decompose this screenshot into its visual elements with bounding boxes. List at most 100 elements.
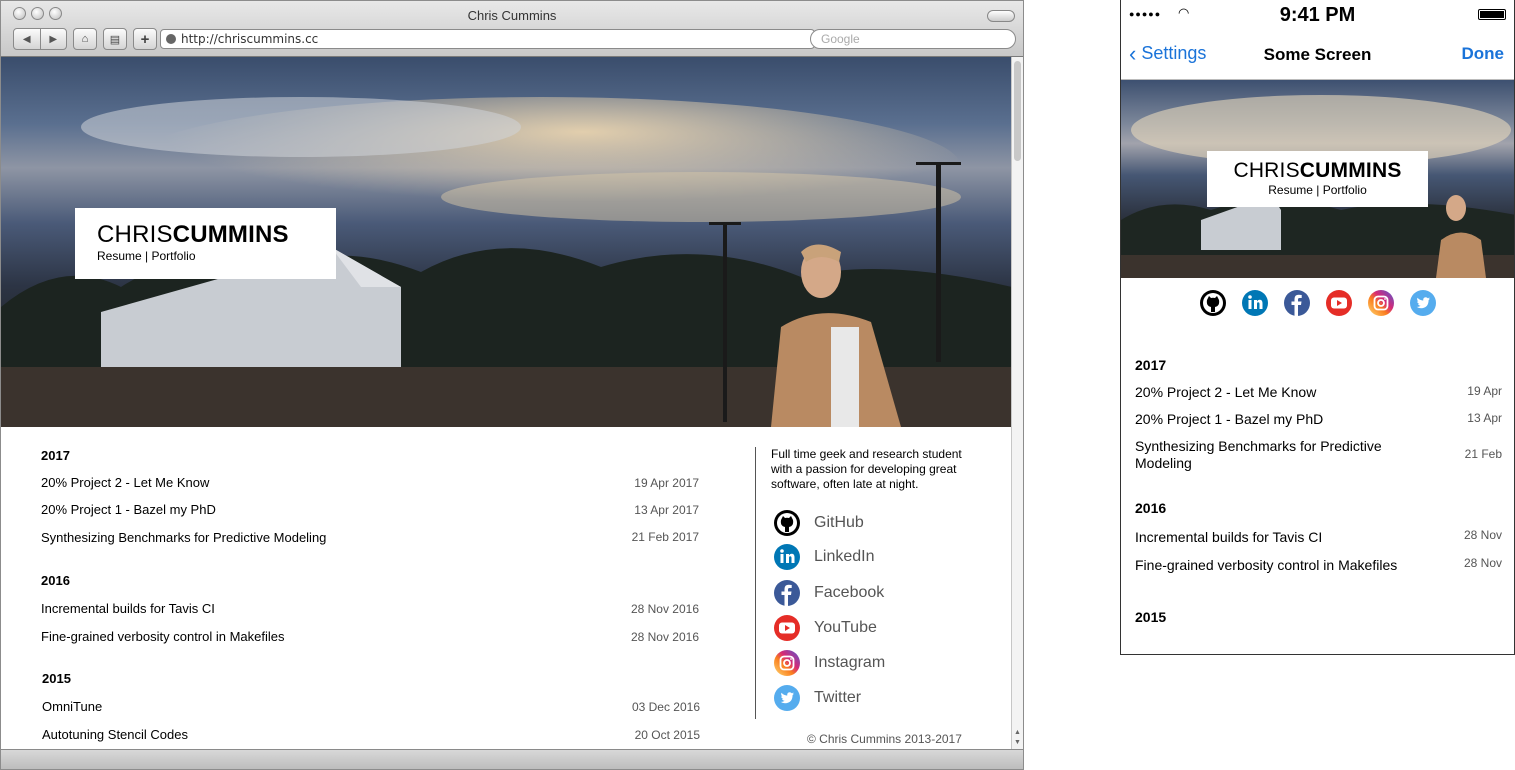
twitter-icon[interactable] <box>1409 289 1437 317</box>
post-date: 20 Oct 2015 <box>634 728 700 742</box>
social-label: YouTube <box>814 619 877 636</box>
globe-icon <box>166 34 176 44</box>
post-link[interactable]: Synthesizing Benchmarks for Predictive M… <box>1135 438 1415 472</box>
url-text: http://chriscummins.cc <box>181 32 319 46</box>
social-label: LinkedIn <box>814 548 875 565</box>
year-heading: 2016 <box>41 573 70 588</box>
post-date: 21 Feb <box>1464 447 1502 461</box>
search-field[interactable]: Google <box>810 29 1016 49</box>
facebook-icon[interactable] <box>1283 289 1311 317</box>
page-content: CHRISCUMMINS Resume | Portfolio 2017 20%… <box>1 57 1012 751</box>
post-link[interactable]: Fine-grained verbosity control in Makefi… <box>1135 557 1415 574</box>
youtube-icon[interactable] <box>1325 289 1353 317</box>
year-heading: 2017 <box>1135 357 1167 373</box>
post-date: 21 Feb 2017 <box>631 530 699 544</box>
post-date: 28 Nov 2016 <box>630 602 699 616</box>
year-heading: 2016 <box>1135 500 1167 516</box>
twitter-icon <box>774 685 800 711</box>
browser-window: Chris Cummins ◀ ▶ ⌂ ▤ + http://chriscumm… <box>0 0 1024 770</box>
scrollbar-thumb[interactable] <box>1014 61 1021 161</box>
social-icons <box>1121 289 1514 317</box>
post-link[interactable]: 20% Project 1 - Bazel my PhD <box>41 502 216 517</box>
post-date: 28 Nov <box>1463 528 1502 542</box>
social-label: Instagram <box>814 654 886 671</box>
social-link-youtube[interactable]: YouTube <box>773 614 877 642</box>
forward-button[interactable]: ▶ <box>39 29 67 49</box>
post-link[interactable]: Incremental builds for Tavis CI <box>41 601 215 616</box>
post-date: 13 Apr 2017 <box>634 503 699 517</box>
post-link[interactable]: OmniTune <box>42 699 102 714</box>
site-links[interactable]: Resume | Portfolio <box>1207 183 1428 197</box>
social-link-twitter[interactable]: Twitter <box>773 684 861 712</box>
post-link[interactable]: Autotuning Stencil Codes <box>42 727 188 742</box>
site-title[interactable]: CHRISCUMMINS <box>97 221 336 249</box>
browser-toolbar: ◀ ▶ ⌂ ▤ + http://chriscummins.cc Google <box>13 28 1016 50</box>
linkedin-icon[interactable] <box>1241 289 1269 317</box>
ios-status-bar: ●●●●● ◠ 9:41 PM <box>1121 0 1514 28</box>
social-label: GitHub <box>814 514 864 531</box>
back-button[interactable]: ◀ <box>14 29 40 49</box>
add-bookmark-button[interactable]: + <box>133 28 157 50</box>
social-link-github[interactable]: GitHub <box>773 509 864 537</box>
post-date: 28 Nov 2016 <box>630 630 699 644</box>
search-placeholder: Google <box>821 32 860 46</box>
scroll-down-arrow-icon[interactable]: ▼ <box>1014 739 1021 746</box>
instagram-icon <box>774 650 800 676</box>
post-link[interactable]: Fine-grained verbosity control in Makefi… <box>41 629 285 644</box>
window-title: Chris Cummins <box>467 8 557 23</box>
post-link[interactable]: Incremental builds for Tavis CI <box>1135 529 1415 546</box>
social-label: Twitter <box>814 689 862 706</box>
site-title-last: CUMMINS <box>1299 159 1402 182</box>
bio-text: Full time geek and research student with… <box>771 447 962 491</box>
address-bar[interactable]: http://chriscummins.cc <box>160 29 815 49</box>
social-label: Facebook <box>814 584 885 601</box>
site-title-first: CHRIS <box>1233 159 1300 182</box>
home-icon: ⌂ <box>81 33 89 45</box>
status-time: 9:41 PM <box>1279 4 1356 26</box>
copyright-text: © Chris Cummins 2013-2017 <box>807 732 962 746</box>
navigation-bar: ‹ Settings Some Screen Done <box>1121 28 1514 80</box>
github-icon[interactable] <box>1199 289 1227 317</box>
youtube-icon <box>774 615 800 641</box>
post-link[interactable]: 20% Project 2 - Let Me Know <box>1135 384 1415 401</box>
site-links[interactable]: Resume | Portfolio <box>97 249 336 263</box>
sidebar-divider <box>755 447 756 719</box>
scroll-up-arrow-icon[interactable]: ▲ <box>1014 729 1021 736</box>
hero-image: CHRISCUMMINS Resume | Portfolio <box>1121 80 1514 278</box>
social-link-instagram[interactable]: Instagram <box>773 649 885 677</box>
back-forward-buttons: ◀ ▶ <box>13 28 67 50</box>
post-link[interactable]: Synthesizing Benchmarks for Predictive M… <box>41 530 326 545</box>
year-heading: 2015 <box>42 671 71 686</box>
battery-icon <box>1478 9 1506 20</box>
post-date: 13 Apr <box>1467 411 1502 425</box>
year-heading: 2015 <box>1135 609 1167 625</box>
phone-screen: ●●●●● ◠ 9:41 PM ‹ Settings Some Screen D… <box>1120 0 1515 655</box>
social-link-linkedin[interactable]: LinkedIn <box>773 543 875 571</box>
site-title-last: CUMMINS <box>172 221 289 248</box>
post-link[interactable]: 20% Project 2 - Let Me Know <box>41 475 209 490</box>
plus-icon: + <box>140 30 150 48</box>
site-title-box: CHRISCUMMINS Resume | Portfolio <box>75 208 336 279</box>
site-title-first: CHRIS <box>97 221 173 248</box>
browser-chrome: Chris Cummins ◀ ▶ ⌂ ▤ + http://chriscumm… <box>1 1 1023 57</box>
site-title[interactable]: CHRISCUMMINS <box>1207 159 1428 183</box>
linkedin-icon <box>774 544 800 570</box>
facebook-icon <box>774 580 800 606</box>
social-link-facebook[interactable]: Facebook <box>773 579 884 607</box>
status-bar <box>1 749 1023 769</box>
home-button[interactable]: ⌂ <box>73 28 97 50</box>
hero-image: CHRISCUMMINS Resume | Portfolio <box>1 57 1012 427</box>
done-button[interactable]: Done <box>1462 44 1505 64</box>
post-date: 03 Dec 2016 <box>631 700 700 714</box>
post-date: 28 Nov <box>1463 556 1502 570</box>
year-heading: 2017 <box>41 448 70 463</box>
github-icon <box>774 510 800 536</box>
post-link[interactable]: 20% Project 1 - Bazel my PhD <box>1135 411 1415 428</box>
print-button[interactable]: ▤ <box>103 28 127 50</box>
post-date: 19 Apr 2017 <box>634 476 699 490</box>
printer-icon: ▤ <box>109 33 121 46</box>
site-title-box: CHRISCUMMINS Resume | Portfolio <box>1207 151 1428 207</box>
instagram-icon[interactable] <box>1367 289 1395 317</box>
vertical-scrollbar[interactable]: ▲ ▼ <box>1011 57 1023 751</box>
toolbar-toggle-button[interactable] <box>987 10 1015 22</box>
